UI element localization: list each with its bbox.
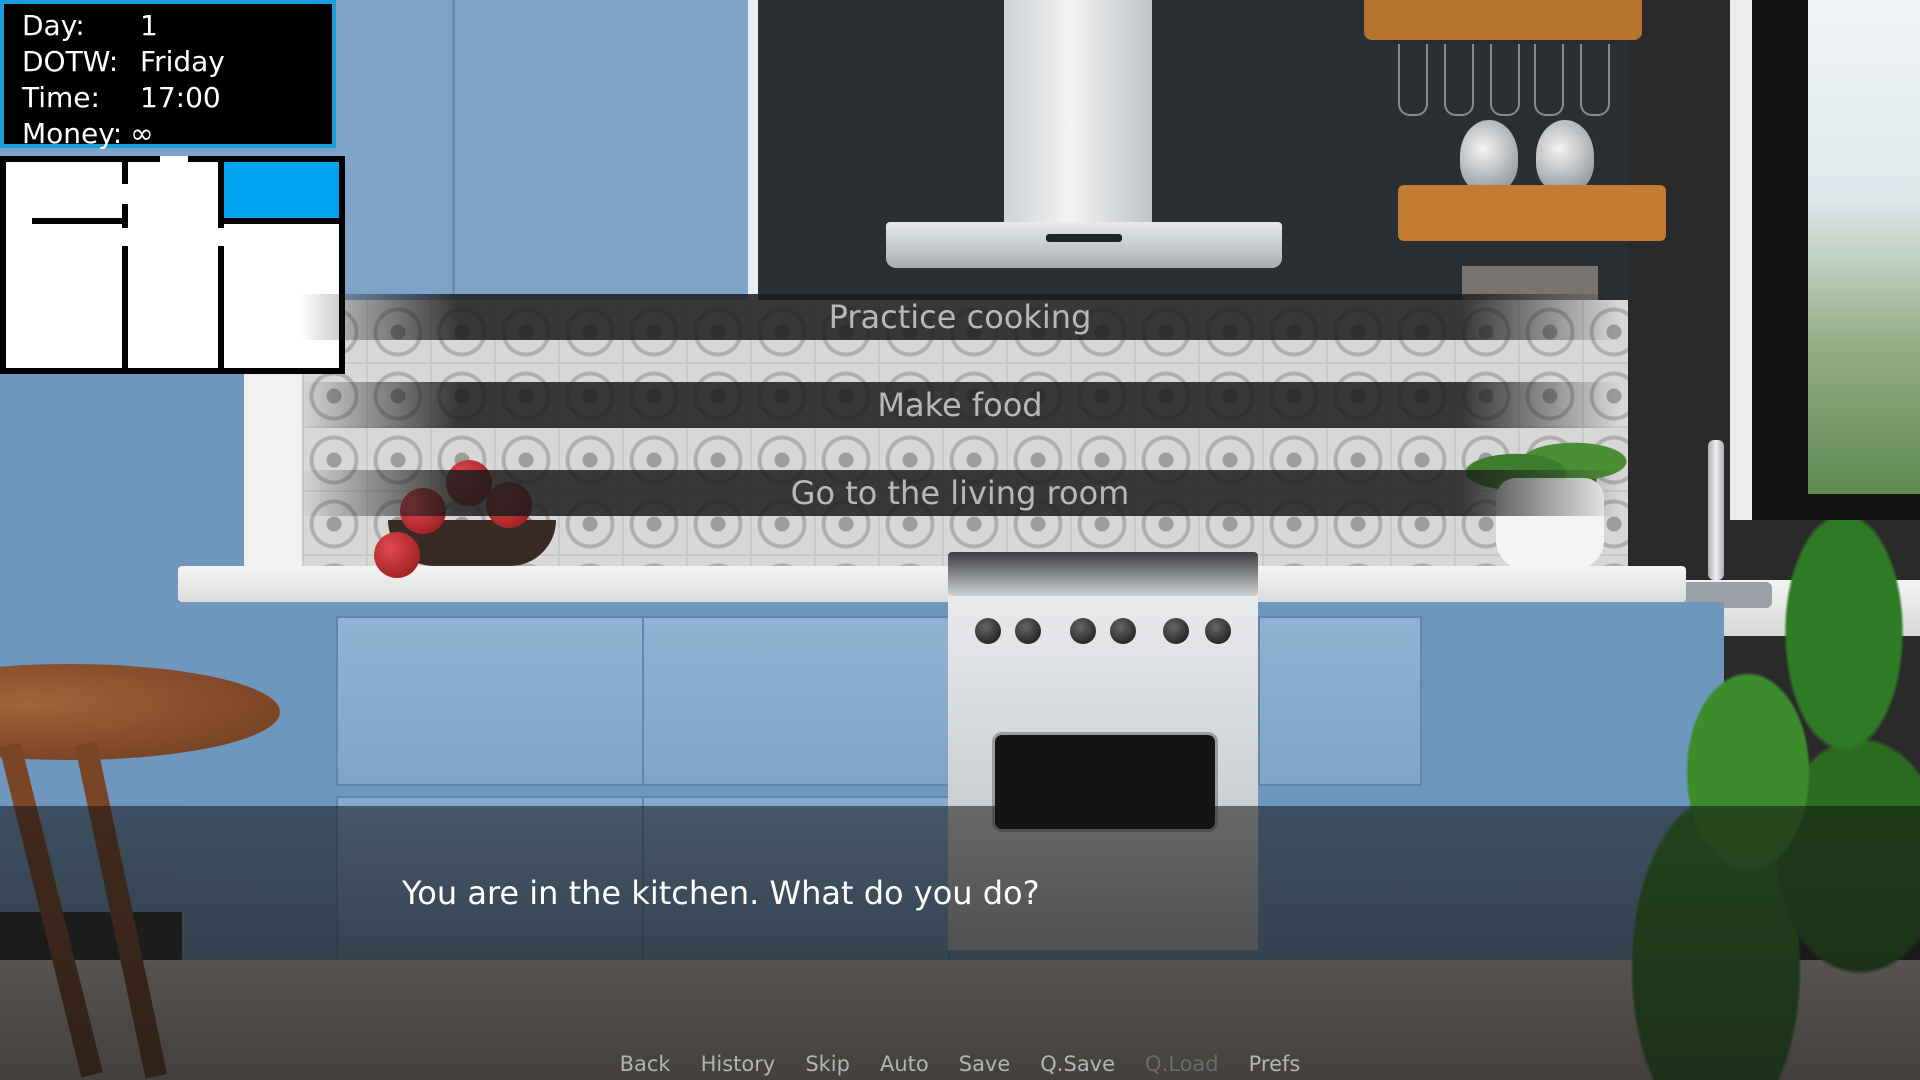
map-room (128, 224, 218, 368)
map-room-current (224, 162, 339, 218)
time-label: Time: (22, 81, 100, 114)
window (1752, 0, 1920, 520)
stove-top (948, 552, 1258, 596)
range-hood-chimney (1004, 0, 1152, 226)
back-button[interactable]: Back (605, 1052, 686, 1076)
dialogue-text: You are in the kitchen. What do you do? (402, 874, 1040, 912)
choice-make-food[interactable]: Make food (300, 382, 1620, 428)
stats-panel: Day: 1 DOTW: Friday Time: 17:00 Money: ∞ (0, 0, 336, 150)
prefs-button[interactable]: Prefs (1234, 1052, 1316, 1076)
time-value: 17:00 (140, 81, 221, 114)
drawer (336, 616, 644, 786)
mini-map (0, 156, 345, 374)
dotw-label: DOTW: (22, 45, 119, 78)
stove-knob (1163, 618, 1189, 644)
quick-load-button[interactable]: Q.Load (1130, 1052, 1234, 1076)
quick-menu: Back History Skip Auto Save Q.Save Q.Loa… (0, 1052, 1920, 1076)
money-row: Money: ∞ (22, 116, 332, 152)
map-room (128, 162, 218, 218)
wine-glass (1534, 44, 1564, 116)
day-label: Day: (22, 9, 85, 42)
map-room (6, 162, 122, 218)
dotw-row: DOTW: Friday (22, 44, 332, 80)
drawer (642, 616, 950, 786)
kettle (1536, 120, 1594, 192)
stove-knob (1110, 618, 1136, 644)
day-value: 1 (140, 9, 158, 42)
map-room (6, 224, 122, 368)
save-button[interactable]: Save (944, 1052, 1026, 1076)
stove-knob (1070, 618, 1096, 644)
map-door (128, 218, 218, 224)
drawer (1258, 616, 1422, 786)
map-door (218, 228, 224, 246)
pomegranate (374, 532, 420, 578)
money-value: ∞ (130, 117, 154, 150)
auto-button[interactable]: Auto (865, 1052, 944, 1076)
map-door (160, 156, 188, 162)
left-wall-trim (244, 372, 302, 572)
wine-glass (1490, 44, 1520, 116)
wine-glass (1580, 44, 1610, 116)
map-door (6, 218, 32, 224)
range-hood (886, 222, 1282, 268)
kettle (1460, 120, 1518, 192)
stove-knob (1015, 618, 1041, 644)
time-row: Time: 17:00 (22, 80, 332, 116)
history-button[interactable]: History (686, 1052, 791, 1076)
map-door (122, 228, 128, 246)
wine-glass (1444, 44, 1474, 116)
skip-button[interactable]: Skip (790, 1052, 865, 1076)
choice-go-to-living-room[interactable]: Go to the living room (300, 470, 1620, 516)
choice-practice-cooking[interactable]: Practice cooking (300, 294, 1620, 340)
stove-knob (1205, 618, 1231, 644)
wine-glass (1398, 44, 1428, 116)
upper-shelf (1364, 0, 1642, 40)
money-label: Money: (22, 117, 123, 150)
dotw-value: Friday (140, 45, 225, 78)
quick-save-button[interactable]: Q.Save (1025, 1052, 1130, 1076)
middle-shelf (1398, 185, 1666, 241)
stove-knob (975, 618, 1001, 644)
dialogue-window (0, 806, 1920, 1080)
map-door (122, 184, 128, 204)
day-row: Day: 1 (22, 8, 332, 44)
